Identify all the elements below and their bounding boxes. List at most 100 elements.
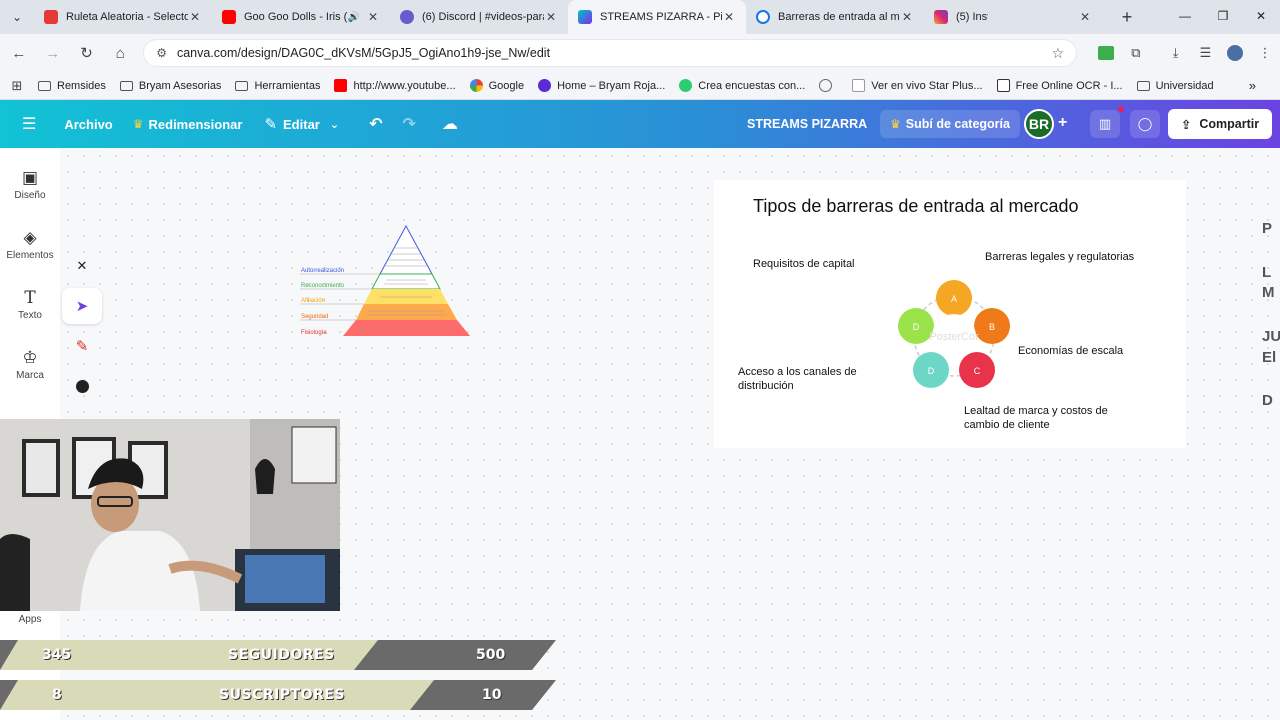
close-window-icon[interactable]: ✕: [1242, 0, 1280, 32]
tab-ruleta[interactable]: Ruleta Aleatoria - Selector ✕: [34, 0, 212, 34]
upgrade-button[interactable]: ♛ Subí de categoría: [880, 110, 1020, 138]
tab-instagram[interactable]: (5) Instagram ✕: [924, 0, 1102, 34]
extension-green-icon[interactable]: [1091, 38, 1121, 68]
bookmark-folder[interactable]: Bryam Asesorias: [119, 80, 221, 92]
audio-playing-icon[interactable]: 🔊: [348, 12, 360, 23]
bookmark-label: http://www.youtube...: [353, 79, 456, 92]
bookmark-folder[interactable]: Universidad: [1136, 79, 1214, 92]
edit-menu[interactable]: ✎ Editar ⌄: [264, 115, 339, 133]
profile-icon[interactable]: [1220, 38, 1250, 68]
insights-chart-icon[interactable]: ▥: [1090, 110, 1120, 138]
slide-title[interactable]: Tipos de barreras de entrada al mercado: [753, 196, 1079, 217]
file-menu[interactable]: Archivo: [64, 117, 112, 132]
tab-barreras[interactable]: Barreras de entrada al mer ✕: [746, 0, 924, 34]
bookmark-folder[interactable]: Herramientas: [235, 80, 320, 92]
bookmark-link[interactable]: Free Online OCR - I...: [996, 79, 1123, 92]
ruleta-favicon-icon: [44, 10, 58, 24]
undo-icon[interactable]: ↶: [369, 114, 382, 134]
new-tab-button[interactable]: +: [1112, 0, 1142, 34]
cloud-saved-icon[interactable]: ☁: [442, 114, 458, 134]
bookmark-link[interactable]: Home – Bryam Roja...: [538, 79, 665, 92]
url-input[interactable]: ⚙ canva.com/design/DAG0C_dKVsM/5GpJ5_Ogi…: [143, 39, 1078, 67]
label-economies[interactable]: Economías de escala: [1018, 344, 1123, 358]
webcam-image: [0, 419, 340, 611]
site-icon: [538, 79, 552, 92]
label-channels-line1: Acceso a los canales de: [738, 366, 857, 378]
pyramid-level-physio: [343, 320, 470, 336]
tab-canva-active[interactable]: STREAMS PIZARRA - Pizarr ✕: [568, 0, 746, 34]
label-loyalty-line1: Lealtad de marca y costos de: [964, 405, 1108, 417]
bookmark-label: Universidad: [1155, 79, 1214, 92]
chevron-down-icon: ⌄: [329, 118, 340, 131]
resize-button[interactable]: ♛ Redimensionar: [133, 117, 243, 132]
bookmark-link[interactable]: http://www.youtube...: [334, 79, 456, 92]
media-control-icon[interactable]: ☰: [1191, 38, 1221, 68]
label-channels[interactable]: Acceso a los canales de distribución: [738, 365, 857, 393]
back-icon[interactable]: ←: [4, 38, 34, 68]
project-title[interactable]: STREAMS PIZARRA: [747, 117, 867, 131]
cycle-letter: D: [913, 322, 920, 332]
extensions-puzzle-icon[interactable]: ⧉: [1121, 38, 1151, 68]
more-bookmarks-icon[interactable]: »: [1249, 78, 1256, 93]
maslow-pyramid[interactable]: Autorrealización Reconocimiento Afiliaci…: [298, 222, 474, 340]
site-info-icon[interactable]: ⚙: [156, 46, 167, 60]
sidebar-item-brand[interactable]: ♔ Marca: [0, 348, 60, 381]
close-tab-icon[interactable]: ✕: [900, 10, 914, 24]
close-tab-icon[interactable]: ✕: [722, 10, 736, 24]
cycle-letter: C: [974, 366, 981, 376]
bookmark-star-icon[interactable]: ☆: [1052, 45, 1065, 62]
restore-icon[interactable]: ❐: [1204, 0, 1242, 32]
sidebar-item-apps[interactable]: Apps: [0, 614, 60, 625]
close-tab-icon[interactable]: ✕: [544, 10, 558, 24]
cycle-diagram[interactable]: A B C D D PosterCor: [890, 272, 1020, 400]
pyramid-label: Fisiología: [301, 330, 327, 336]
minimize-icon[interactable]: —: [1166, 0, 1204, 32]
avatar[interactable]: BR: [1024, 109, 1054, 139]
close-tab-icon[interactable]: ✕: [188, 10, 202, 24]
apps-grid-icon[interactable]: ⊞: [2, 71, 32, 101]
browser-menu-icon[interactable]: ⋮: [1250, 38, 1280, 68]
forward-icon[interactable]: →: [38, 38, 68, 68]
redo-icon[interactable]: ↷: [402, 114, 415, 134]
bookmark-link[interactable]: [819, 79, 838, 92]
add-collaborator-icon[interactable]: +: [1058, 114, 1067, 132]
bookmark-link[interactable]: Google: [469, 79, 524, 92]
sidebar-item-elements[interactable]: ◈ Elementos: [0, 228, 60, 261]
folder-icon: [119, 80, 133, 91]
comment-icon[interactable]: ◯: [1130, 110, 1160, 138]
reload-icon[interactable]: ↻: [72, 38, 102, 68]
pen-icon[interactable]: ✎: [62, 328, 102, 364]
select-pointer-icon[interactable]: ➤: [62, 288, 102, 324]
close-tab-icon[interactable]: ✕: [366, 10, 380, 24]
sidebar-item-text[interactable]: T Texto: [0, 288, 60, 321]
slide-barreras[interactable]: Tipos de barreras de entrada al mercado …: [714, 180, 1186, 448]
bookmark-link[interactable]: Ver en vivo Star Plus...: [852, 79, 983, 92]
bookmark-link[interactable]: Crea encuestas con...: [679, 79, 805, 92]
page-icon: [852, 79, 866, 92]
color-swatch-icon[interactable]: [62, 368, 102, 404]
close-tab-icon[interactable]: ✕: [1078, 10, 1092, 24]
bookmark-folder[interactable]: Remsides: [38, 80, 106, 92]
hamburger-menu-icon[interactable]: ☰: [22, 114, 36, 134]
share-button[interactable]: ⇪ Compartir: [1168, 109, 1272, 139]
cycle-letter: B: [989, 322, 995, 332]
discord-favicon-icon: [400, 10, 414, 24]
sidebar-item-design[interactable]: ▣ Diseño: [0, 168, 60, 201]
resize-label: Redimensionar: [148, 116, 243, 132]
tab-youtube[interactable]: Goo Goo Dolls - Iris (L 🔊 ✕: [212, 0, 390, 34]
bookmark-label: Ver en vivo Star Plus...: [871, 79, 983, 92]
youtube-icon: [334, 79, 348, 92]
subscribers-current: 8: [52, 687, 62, 703]
home-icon[interactable]: ⌂: [105, 38, 135, 68]
tab-title: (6) Discord | #videos-para: [422, 11, 544, 23]
close-draw-icon[interactable]: ✕: [62, 248, 102, 284]
bookmark-label: Crea encuestas con...: [698, 79, 806, 92]
tab-discord[interactable]: (6) Discord | #videos-para ✕: [390, 0, 568, 34]
cycle-letter: D: [928, 366, 935, 376]
label-loyalty[interactable]: Lealtad de marca y costos de cambio de c…: [964, 404, 1108, 432]
share-label: Compartir: [1199, 117, 1260, 131]
label-legal[interactable]: Barreras legales y regulatorias: [985, 250, 1134, 264]
label-capital[interactable]: Requisitos de capital: [753, 257, 855, 271]
download-icon[interactable]: ⤓: [1161, 38, 1191, 68]
tab-search-button[interactable]: ⌄: [0, 0, 34, 34]
